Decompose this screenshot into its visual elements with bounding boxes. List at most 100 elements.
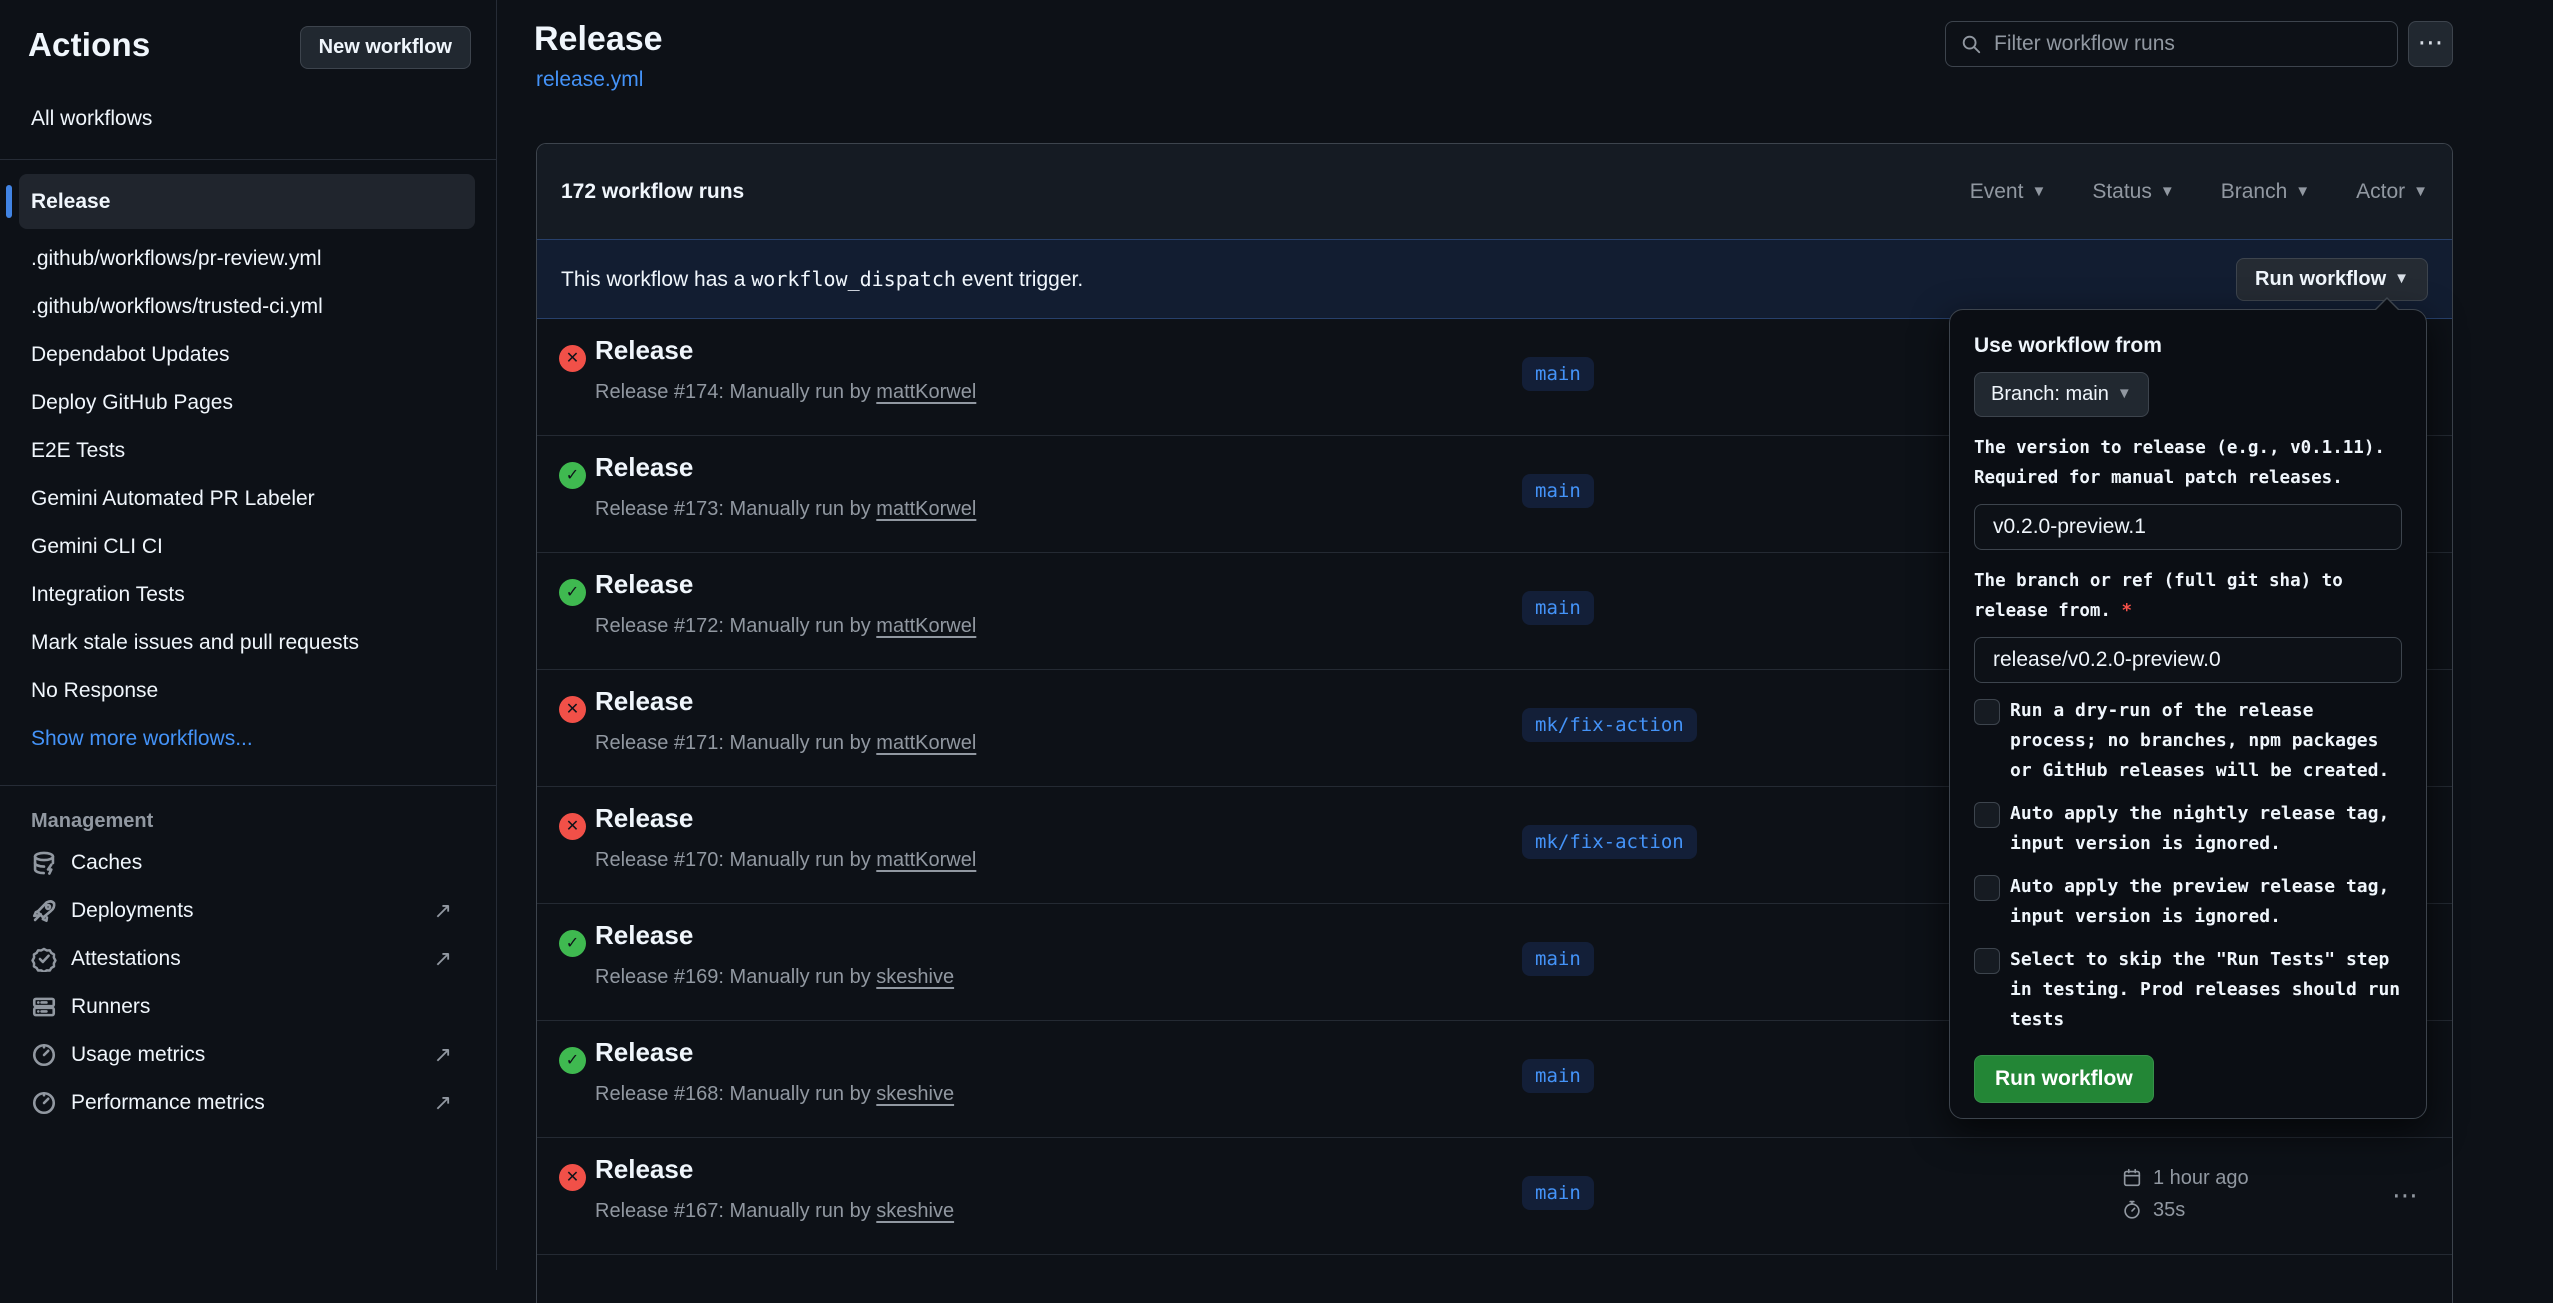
run-title-link[interactable]: Release bbox=[595, 686, 693, 717]
chevron-down-icon: ▼ bbox=[2117, 385, 2132, 402]
filter-dropdown[interactable]: Branch▼ bbox=[2221, 180, 2310, 204]
ref-field-label: The branch or ref (full git sha) to rele… bbox=[1974, 566, 2402, 626]
run-meta: 1 hour ago 35s bbox=[2121, 1162, 2249, 1226]
show-more-workflows-link[interactable]: Show more workflows... bbox=[0, 715, 496, 763]
sidebar-item-performance-metrics[interactable]: Performance metrics ↗ bbox=[0, 1079, 496, 1127]
rocket-icon bbox=[31, 898, 57, 924]
sidebar-divider bbox=[0, 785, 496, 786]
run-workflow-dropdown-button[interactable]: Run workflow▼ bbox=[2236, 258, 2428, 301]
panel-checkboxes: Run a dry-run of the release process; no… bbox=[1974, 696, 2402, 1035]
run-workflow-panel: Use workflow from Branch: main▼ The vers… bbox=[1949, 309, 2427, 1119]
checkbox[interactable] bbox=[1974, 699, 2000, 725]
run-title-link[interactable]: Release bbox=[595, 920, 693, 951]
external-link-icon: ↗ bbox=[434, 946, 452, 972]
branch-label[interactable]: mk/fix-action bbox=[1522, 825, 1697, 859]
sidebar-item-runners[interactable]: Runners bbox=[0, 983, 496, 1031]
checkbox-label: Auto apply the preview release tag, inpu… bbox=[2010, 872, 2402, 932]
run-description: Release #168: Manually run by skeshive bbox=[595, 1083, 954, 1106]
sidebar-item-deployments[interactable]: Deployments ↗ bbox=[0, 887, 496, 935]
checkbox-label: Run a dry-run of the release process; no… bbox=[2010, 696, 2402, 786]
checkbox[interactable] bbox=[1974, 948, 2000, 974]
run-title-link[interactable]: Release bbox=[595, 569, 693, 600]
filter-dropdown[interactable]: Actor▼ bbox=[2356, 180, 2428, 204]
branch-label[interactable]: main bbox=[1522, 591, 1594, 625]
workflow-run-row[interactable]: Release Release #167: Manually run by sk… bbox=[537, 1138, 2452, 1255]
run-workflow-submit-button[interactable]: Run workflow bbox=[1974, 1055, 2154, 1103]
sidebar-item-workflow[interactable]: Mark stale issues and pull requests bbox=[0, 619, 496, 667]
workflow-file-link[interactable]: release.yml bbox=[536, 68, 643, 92]
sidebar-item-label: Caches bbox=[71, 851, 142, 875]
sidebar-item-caches[interactable]: Caches bbox=[0, 839, 496, 887]
sidebar-item-workflow[interactable]: No Response bbox=[0, 667, 496, 715]
branch-select-button[interactable]: Branch: main▼ bbox=[1974, 372, 2149, 417]
sidebar-item-workflow[interactable]: .github/workflows/pr-review.yml bbox=[0, 235, 496, 283]
branch-label[interactable]: main bbox=[1522, 942, 1594, 976]
version-input[interactable] bbox=[1974, 504, 2402, 550]
workflow-options-kebab-button[interactable]: ⋯ bbox=[2408, 21, 2453, 67]
sidebar-item-workflow[interactable]: Deploy GitHub Pages bbox=[0, 379, 496, 427]
required-asterisk: * bbox=[2122, 601, 2133, 621]
sidebar-item-workflow[interactable]: Dependabot Updates bbox=[0, 331, 496, 379]
new-workflow-button[interactable]: New workflow bbox=[300, 26, 471, 69]
run-status-icon bbox=[559, 813, 586, 840]
ref-input[interactable] bbox=[1974, 637, 2402, 683]
chevron-down-icon: ▼ bbox=[2160, 183, 2175, 200]
run-title-link[interactable]: Release bbox=[595, 452, 693, 483]
branch-label[interactable]: main bbox=[1522, 357, 1594, 391]
sidebar-item-workflow[interactable]: E2E Tests bbox=[0, 427, 496, 475]
checkbox-row: Select to skip the "Run Tests" step in t… bbox=[1974, 945, 2402, 1035]
sidebar-item-workflow[interactable]: Gemini Automated PR Labeler bbox=[0, 475, 496, 523]
external-link-icon: ↗ bbox=[434, 1042, 452, 1068]
actor-link[interactable]: mattKorwel bbox=[876, 732, 976, 754]
actor-link[interactable]: mattKorwel bbox=[876, 849, 976, 871]
checkbox-row: Auto apply the preview release tag, inpu… bbox=[1974, 872, 2402, 932]
checkbox-label: Auto apply the nightly release tag, inpu… bbox=[2010, 799, 2402, 859]
chevron-down-icon: ▼ bbox=[2031, 183, 2046, 200]
sidebar: Actions New workflow All workflows Relea… bbox=[0, 0, 497, 1270]
meter-icon bbox=[31, 1090, 57, 1116]
actor-link[interactable]: skeshive bbox=[876, 1200, 954, 1222]
checkbox[interactable] bbox=[1974, 802, 2000, 828]
filter-runs-searchbox[interactable] bbox=[1945, 21, 2398, 67]
checkbox-label: Select to skip the "Run Tests" step in t… bbox=[2010, 945, 2402, 1035]
sidebar-item-workflow[interactable]: .github/workflows/trusted-ci.yml bbox=[0, 283, 496, 331]
sidebar-item-workflow[interactable]: Gemini CLI CI bbox=[0, 523, 496, 571]
branch-label[interactable]: mk/fix-action bbox=[1522, 708, 1697, 742]
sidebar-item-label: Release bbox=[31, 190, 110, 214]
run-title-link[interactable]: Release bbox=[595, 803, 693, 834]
management-heading: Management bbox=[31, 810, 496, 833]
run-title-link[interactable]: Release bbox=[595, 335, 693, 366]
workflow-dispatch-code: workflow_dispatch bbox=[751, 267, 956, 291]
runs-count: 172 workflow runs bbox=[561, 180, 744, 204]
run-status-icon bbox=[559, 1047, 586, 1074]
actor-link[interactable]: mattKorwel bbox=[876, 381, 976, 403]
branch-label[interactable]: main bbox=[1522, 1059, 1594, 1093]
branch-label[interactable]: main bbox=[1522, 1176, 1594, 1210]
branch-label[interactable]: main bbox=[1522, 474, 1594, 508]
actor-link[interactable]: mattKorwel bbox=[876, 498, 976, 520]
actor-link[interactable]: skeshive bbox=[876, 966, 954, 988]
filter-dropdown[interactable]: Status▼ bbox=[2092, 180, 2174, 204]
sidebar-item-all-workflows[interactable]: All workflows bbox=[31, 101, 496, 137]
sidebar-item-workflow[interactable]: Integration Tests bbox=[0, 571, 496, 619]
chevron-down-icon: ▼ bbox=[2394, 270, 2409, 287]
sidebar-item-usage-metrics[interactable]: Usage metrics ↗ bbox=[0, 1031, 496, 1079]
server-icon bbox=[31, 994, 57, 1020]
sidebar-item-attestations[interactable]: Attestations ↗ bbox=[0, 935, 496, 983]
workflow-list: .github/workflows/pr-review.yml .github/… bbox=[0, 235, 496, 715]
run-title-link[interactable]: Release bbox=[595, 1154, 693, 1185]
sidebar-item-label: Performance metrics bbox=[71, 1091, 265, 1115]
actor-link[interactable]: mattKorwel bbox=[876, 615, 976, 637]
run-description: Release #167: Manually run by skeshive bbox=[595, 1200, 954, 1223]
run-options-kebab[interactable]: ⋯ bbox=[2392, 1180, 2420, 1211]
sidebar-item-release-selected[interactable]: Release bbox=[19, 174, 475, 229]
stopwatch-icon bbox=[2121, 1199, 2143, 1221]
run-description: Release #174: Manually run by mattKorwel bbox=[595, 381, 976, 404]
run-title-link[interactable]: Release bbox=[595, 1037, 693, 1068]
checkbox[interactable] bbox=[1974, 875, 2000, 901]
run-description: Release #171: Manually run by mattKorwel bbox=[595, 732, 976, 755]
search-input[interactable] bbox=[1994, 32, 2383, 56]
actor-link[interactable]: skeshive bbox=[876, 1083, 954, 1105]
filter-dropdown[interactable]: Event▼ bbox=[1970, 180, 2047, 204]
meter-icon bbox=[31, 1042, 57, 1068]
